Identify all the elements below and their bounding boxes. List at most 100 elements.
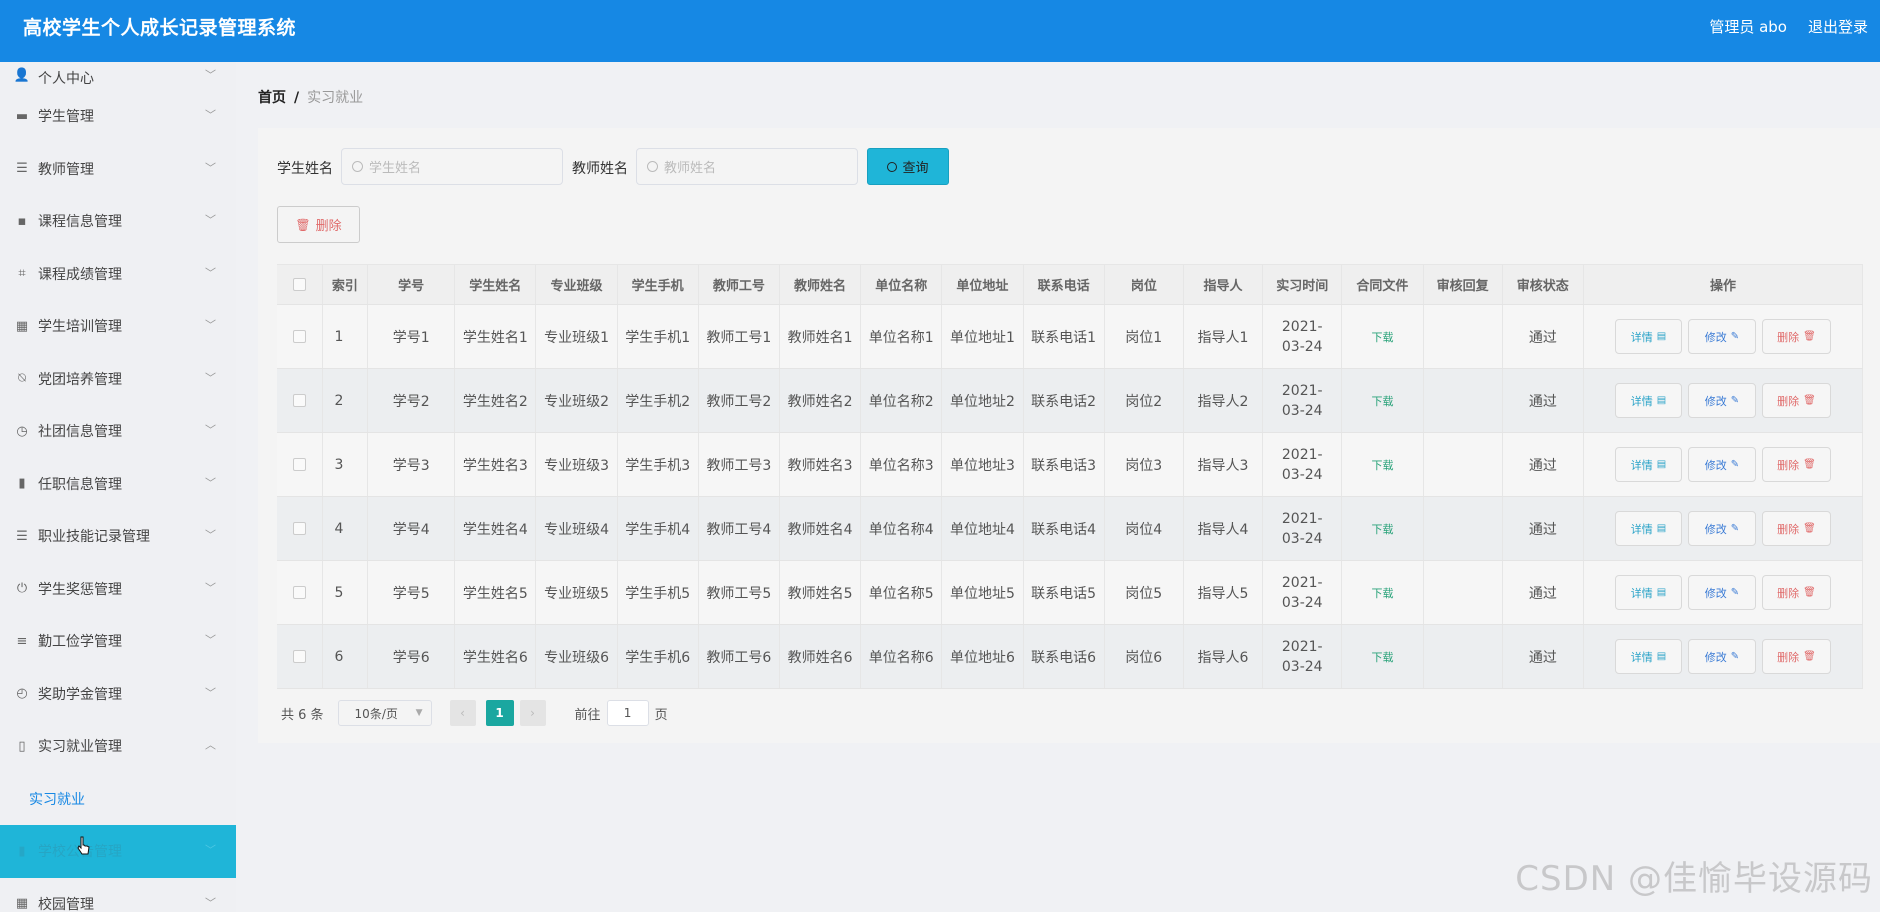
row-checkbox[interactable] [292, 522, 306, 535]
sidebar-item-campus[interactable]: ▦ 校园管理 ﹀ [0, 878, 236, 912]
content-panel: 学生姓名 学生姓名 教师姓名 教师姓名 查询 🗑 删除 索引 学号 学生姓名 专业班级… [258, 128, 1880, 743]
detail-button[interactable]: 详情 ▤ [1614, 447, 1682, 482]
sidebar-item[interactable]: ⍉ 党团培养管理 ﹀ [0, 353, 236, 406]
sidebar-item[interactable]: ☰ 职业技能记录管理 ﹀ [0, 510, 236, 563]
sidebar-item-label: 教师管理 [38, 161, 94, 178]
row-checkbox[interactable] [292, 330, 306, 343]
table-cell [1424, 305, 1503, 368]
sidebar-item-label: 实习就业管理 [38, 739, 122, 756]
table-cell: 指导人6 [1184, 625, 1264, 688]
sidebar-item[interactable]: ≡ 勤工俭学管理 ﹀ [0, 615, 236, 668]
download-link[interactable]: 下载 [1371, 457, 1393, 473]
query-button[interactable]: 查询 [867, 148, 949, 185]
goto-page-input[interactable]: 1 [606, 700, 649, 726]
edit-button[interactable]: 修改 ✎ [1687, 319, 1756, 354]
table-cell: 联系电话2 [1024, 369, 1105, 432]
row-select-cell [277, 497, 323, 560]
select-all-checkbox[interactable] [292, 278, 306, 291]
row-checkbox[interactable] [292, 394, 306, 407]
sidebar-item[interactable]: ▪ 课程信息管理 ﹀ [0, 195, 236, 248]
breadcrumb-home[interactable]: 首页 [258, 90, 286, 106]
download-link[interactable]: 下载 [1371, 329, 1393, 345]
row-select-cell [277, 625, 323, 688]
sidebar-item[interactable]: ◷ 社团信息管理 ﹀ [0, 405, 236, 458]
query-button-label: 查询 [902, 161, 929, 176]
delete-button[interactable]: 删除 🗑 [1761, 639, 1831, 674]
delete-button[interactable]: 删除 🗑 [1761, 383, 1831, 418]
detail-button[interactable]: 详情 ▤ [1614, 383, 1682, 418]
delete-label: 删除 [1777, 458, 1800, 472]
edit-button[interactable]: 修改 ✎ [1687, 383, 1756, 418]
sidebar-item[interactable]: ◴ 奖助学金管理 ﹀ [0, 668, 236, 721]
sidebar-item[interactable]: ☰ 教师管理 ﹀ [0, 143, 236, 196]
edit-button[interactable]: 修改 ✎ [1687, 575, 1756, 610]
page-number-current[interactable]: 1 [485, 700, 514, 726]
prev-page-button[interactable]: ‹ [449, 700, 476, 726]
sidebar-item-label: 课程成绩管理 [38, 266, 122, 283]
table-cell: 单位名称6 [861, 625, 943, 688]
detail-button[interactable]: 详情 ▤ [1614, 575, 1682, 610]
pagination: 共 6 条 10条/页 ▼ ‹ 1 › 前往 1 页 [281, 700, 668, 726]
sidebar-item[interactable]: ⏻ 学生奖惩管理 ﹀ [0, 563, 236, 616]
edit-button[interactable]: 修改 ✎ [1687, 639, 1756, 674]
edit-button[interactable]: 修改 ✎ [1687, 447, 1756, 482]
logout-link[interactable]: 退出登录 [1808, 16, 1868, 37]
delete-button[interactable]: 删除 🗑 [1761, 575, 1831, 610]
table-cell: 教师姓名1 [780, 305, 862, 368]
edit-button[interactable]: 修改 ✎ [1687, 511, 1756, 546]
sidebar-item-school-notice[interactable]: ▮ 学校公告管理 ﹀ [0, 825, 236, 878]
sidebar-item[interactable]: 👤 个人中心 ﹀ [0, 62, 236, 90]
bell-off-icon: ⍉ [18, 371, 26, 387]
table-cell: 教师姓名3 [780, 433, 862, 496]
teacher-name-input[interactable]: 教师姓名 [636, 148, 858, 185]
search-icon [647, 161, 658, 172]
table-cell: 单位名称5 [861, 561, 943, 624]
delete-button[interactable]: 删除 🗑 [1761, 319, 1831, 354]
table-cell: 2021-03-24 [1263, 561, 1343, 624]
row-checkbox[interactable] [292, 650, 306, 663]
sidebar-item-label: 个人中心 [38, 71, 94, 87]
table-cell: 1 [323, 305, 369, 368]
column-header: 操作 [1584, 265, 1864, 304]
student-name-input[interactable]: 学生姓名 [341, 148, 563, 185]
table-cell: 教师工号2 [699, 369, 780, 432]
sidebar-item[interactable]: ▦ 学生培训管理 ﹀ [0, 300, 236, 353]
sidebar-item[interactable]: ▮ 任职信息管理 ﹀ [0, 458, 236, 511]
table-cell: 单位地址4 [942, 497, 1024, 560]
detail-button[interactable]: 详情 ▤ [1614, 639, 1682, 674]
table-cell: 专业班级2 [536, 369, 618, 432]
delete-label: 删除 [1777, 522, 1800, 536]
sidebar-subitem-internship[interactable]: 实习就业 [0, 773, 236, 826]
sidebar-item[interactable]: ▬ 学生管理 ﹀ [0, 90, 236, 143]
delete-button[interactable]: 删除 🗑 [1761, 511, 1831, 546]
trash-icon: 🗑 [1803, 523, 1816, 534]
download-link[interactable]: 下载 [1371, 649, 1393, 665]
column-header: 审核回复 [1424, 265, 1503, 304]
actions-cell: 详情 ▤ 修改 ✎ 删除 🗑 [1584, 305, 1864, 368]
chevron-down-icon: ﹀ [205, 896, 216, 910]
detail-button[interactable]: 详情 ▤ [1614, 511, 1682, 546]
table-cell: 学生姓名2 [455, 369, 537, 432]
sidebar-item[interactable]: ⌗ 课程成绩管理 ﹀ [0, 248, 236, 301]
table-cell: 联系电话5 [1024, 561, 1105, 624]
batch-delete-button[interactable]: 🗑 删除 [277, 206, 360, 243]
sidebar-item[interactable]: ▯ 实习就业管理 ︿ [0, 720, 236, 773]
page-size-select[interactable]: 10条/页 ▼ [337, 700, 432, 726]
delete-button[interactable]: 删除 🗑 [1761, 447, 1831, 482]
edit-label: 修改 [1704, 394, 1727, 408]
download-link[interactable]: 下载 [1371, 393, 1393, 409]
batch-delete-label: 删除 [315, 219, 342, 234]
download-link[interactable]: 下载 [1371, 521, 1393, 537]
next-page-button[interactable]: › [519, 700, 546, 726]
edit-label: 修改 [1704, 458, 1727, 472]
table-cell: 学生姓名1 [455, 305, 537, 368]
app-title: 高校学生个人成长记录管理系统 [23, 17, 297, 39]
download-link[interactable]: 下载 [1371, 585, 1393, 601]
table-cell: 2021-03-24 [1263, 305, 1343, 368]
detail-button[interactable]: 详情 ▤ [1614, 319, 1682, 354]
trash-icon: 🗑 [1803, 459, 1816, 470]
row-checkbox[interactable] [292, 586, 306, 599]
document-icon: ▤ [1656, 587, 1667, 598]
row-checkbox[interactable] [292, 458, 306, 471]
table-cell: 岗位3 [1105, 433, 1184, 496]
